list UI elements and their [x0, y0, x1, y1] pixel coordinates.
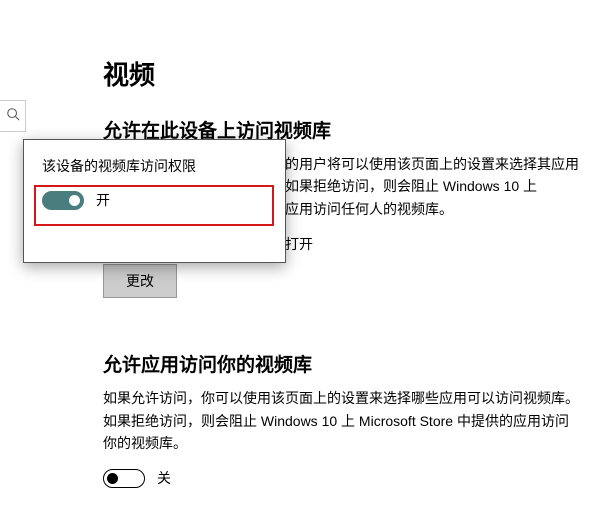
- device-access-toggle-label: 开: [96, 190, 110, 210]
- device-access-popup: 该设备的视频库访问权限 开: [23, 139, 286, 263]
- app-access-toggle[interactable]: [103, 469, 145, 488]
- search-box-fragment[interactable]: [0, 100, 26, 132]
- toggle-knob: [69, 195, 80, 206]
- change-button[interactable]: 更改: [103, 264, 177, 298]
- section-allow-apps-desc: 如果允许访问，你可以使用该页面上的设置来选择哪些应用可以访问视频库。如果拒绝访问…: [103, 387, 580, 454]
- search-icon: [6, 107, 20, 126]
- section-allow-apps-heading: 允许应用访问你的视频库: [103, 350, 580, 377]
- device-access-toggle[interactable]: [42, 191, 84, 210]
- app-access-toggle-label: 关: [157, 468, 171, 488]
- popup-title: 该设备的视频库访问权限: [42, 156, 267, 176]
- toggle-knob: [107, 473, 118, 484]
- page-title: 视频: [103, 55, 580, 92]
- settings-content: 视频 允许在此设备上访问视频库 如果允许访问，则使用此设备的用户将可以使用该页面…: [103, 55, 580, 488]
